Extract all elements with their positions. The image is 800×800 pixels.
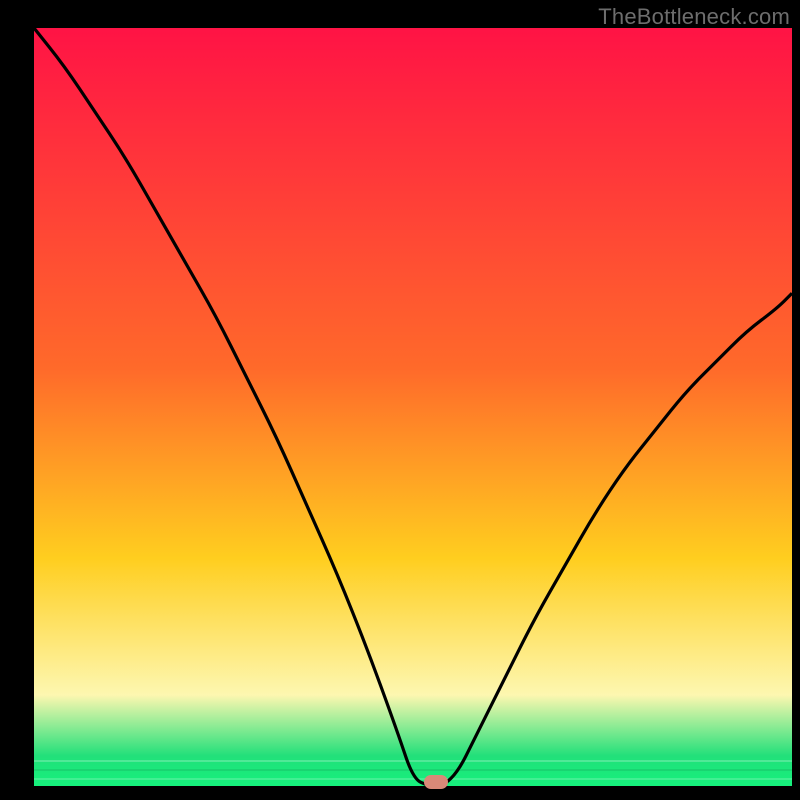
optimum-marker [424, 775, 448, 789]
chart-root: TheBottleneck.com [0, 0, 800, 800]
curve-path [34, 28, 792, 786]
plot-area [34, 28, 792, 786]
watermark-text: TheBottleneck.com [598, 4, 790, 30]
bottleneck-curve [34, 28, 792, 786]
